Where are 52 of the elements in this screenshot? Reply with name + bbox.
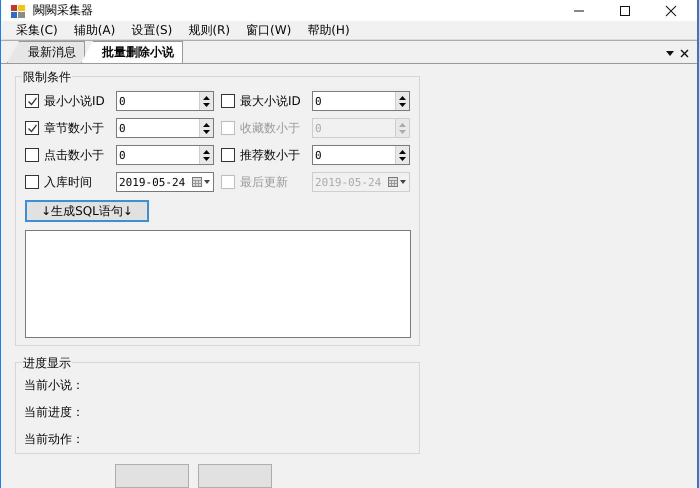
checkbox[interactable] [25,121,39,135]
sql-text-area[interactable] [25,230,411,338]
group-title: 进度显示 [22,355,72,372]
close-icon[interactable] [665,4,677,17]
number-field[interactable]: 0 [312,145,410,165]
spin-up-icon[interactable] [203,122,210,126]
status-label: 当前进度： [24,404,85,421]
field-label: 收藏数小于 [240,120,301,136]
number-field[interactable]: 0 [116,91,214,111]
number-field[interactable]: 0 [116,118,214,138]
field-label: 点击数小于 [44,146,105,164]
menu-item[interactable]: 窗口(W) [239,22,298,39]
menu-item[interactable]: 采集(C) [9,22,65,39]
group-title: 限制条件 [22,69,72,86]
spin-down-icon[interactable] [203,102,210,106]
menu-item[interactable]: 规则(R) [181,22,238,39]
spin-down-icon[interactable] [203,156,210,160]
field-label: 入库时间 [44,174,93,190]
spin-down-icon[interactable] [399,156,406,160]
date-field[interactable]: 2019-05-24 [116,172,214,192]
checkbox[interactable] [25,94,39,108]
checkbox[interactable] [221,94,235,108]
number-field[interactable]: 0 [312,91,410,111]
menu-item[interactable]: 设置(S) [124,22,180,39]
spin-up-icon[interactable] [203,96,210,100]
menu-item[interactable]: 辅助(A) [66,22,122,39]
close-icon[interactable] [680,49,689,58]
spin-down-icon[interactable] [399,102,406,106]
spin-up-icon[interactable] [399,150,406,154]
status-label: 当前动作： [24,431,85,448]
status-label: 当前小说： [24,377,85,394]
window-title: 闕闕采集器 [33,2,93,20]
field-label: 最后更新 [240,174,289,190]
menu-item[interactable]: 帮助(H) [300,22,357,39]
field-label: 最大小说ID [240,92,302,110]
field-label: 推荐数小于 [240,146,301,164]
app-icon [11,4,25,18]
checkbox[interactable] [221,148,235,162]
calendar-icon[interactable] [192,177,210,187]
tab[interactable]: 批量删除小说 [81,41,183,63]
spin-up-icon[interactable] [203,150,210,154]
checkbox[interactable] [25,148,39,162]
dropdown-icon[interactable] [666,51,674,56]
field-label: 章节数小于 [44,120,105,136]
spin-down-icon[interactable] [203,130,210,134]
maximize-icon[interactable] [619,4,631,17]
field-label: 最小小说ID [44,92,106,110]
number-field[interactable]: 0 [116,145,214,165]
tab[interactable]: 最新消息 [7,41,85,63]
spin-up-icon[interactable] [399,96,406,100]
generate-sql-button[interactable]: ↓生成SQL语句↓ [25,200,149,222]
checkbox[interactable] [25,175,39,189]
